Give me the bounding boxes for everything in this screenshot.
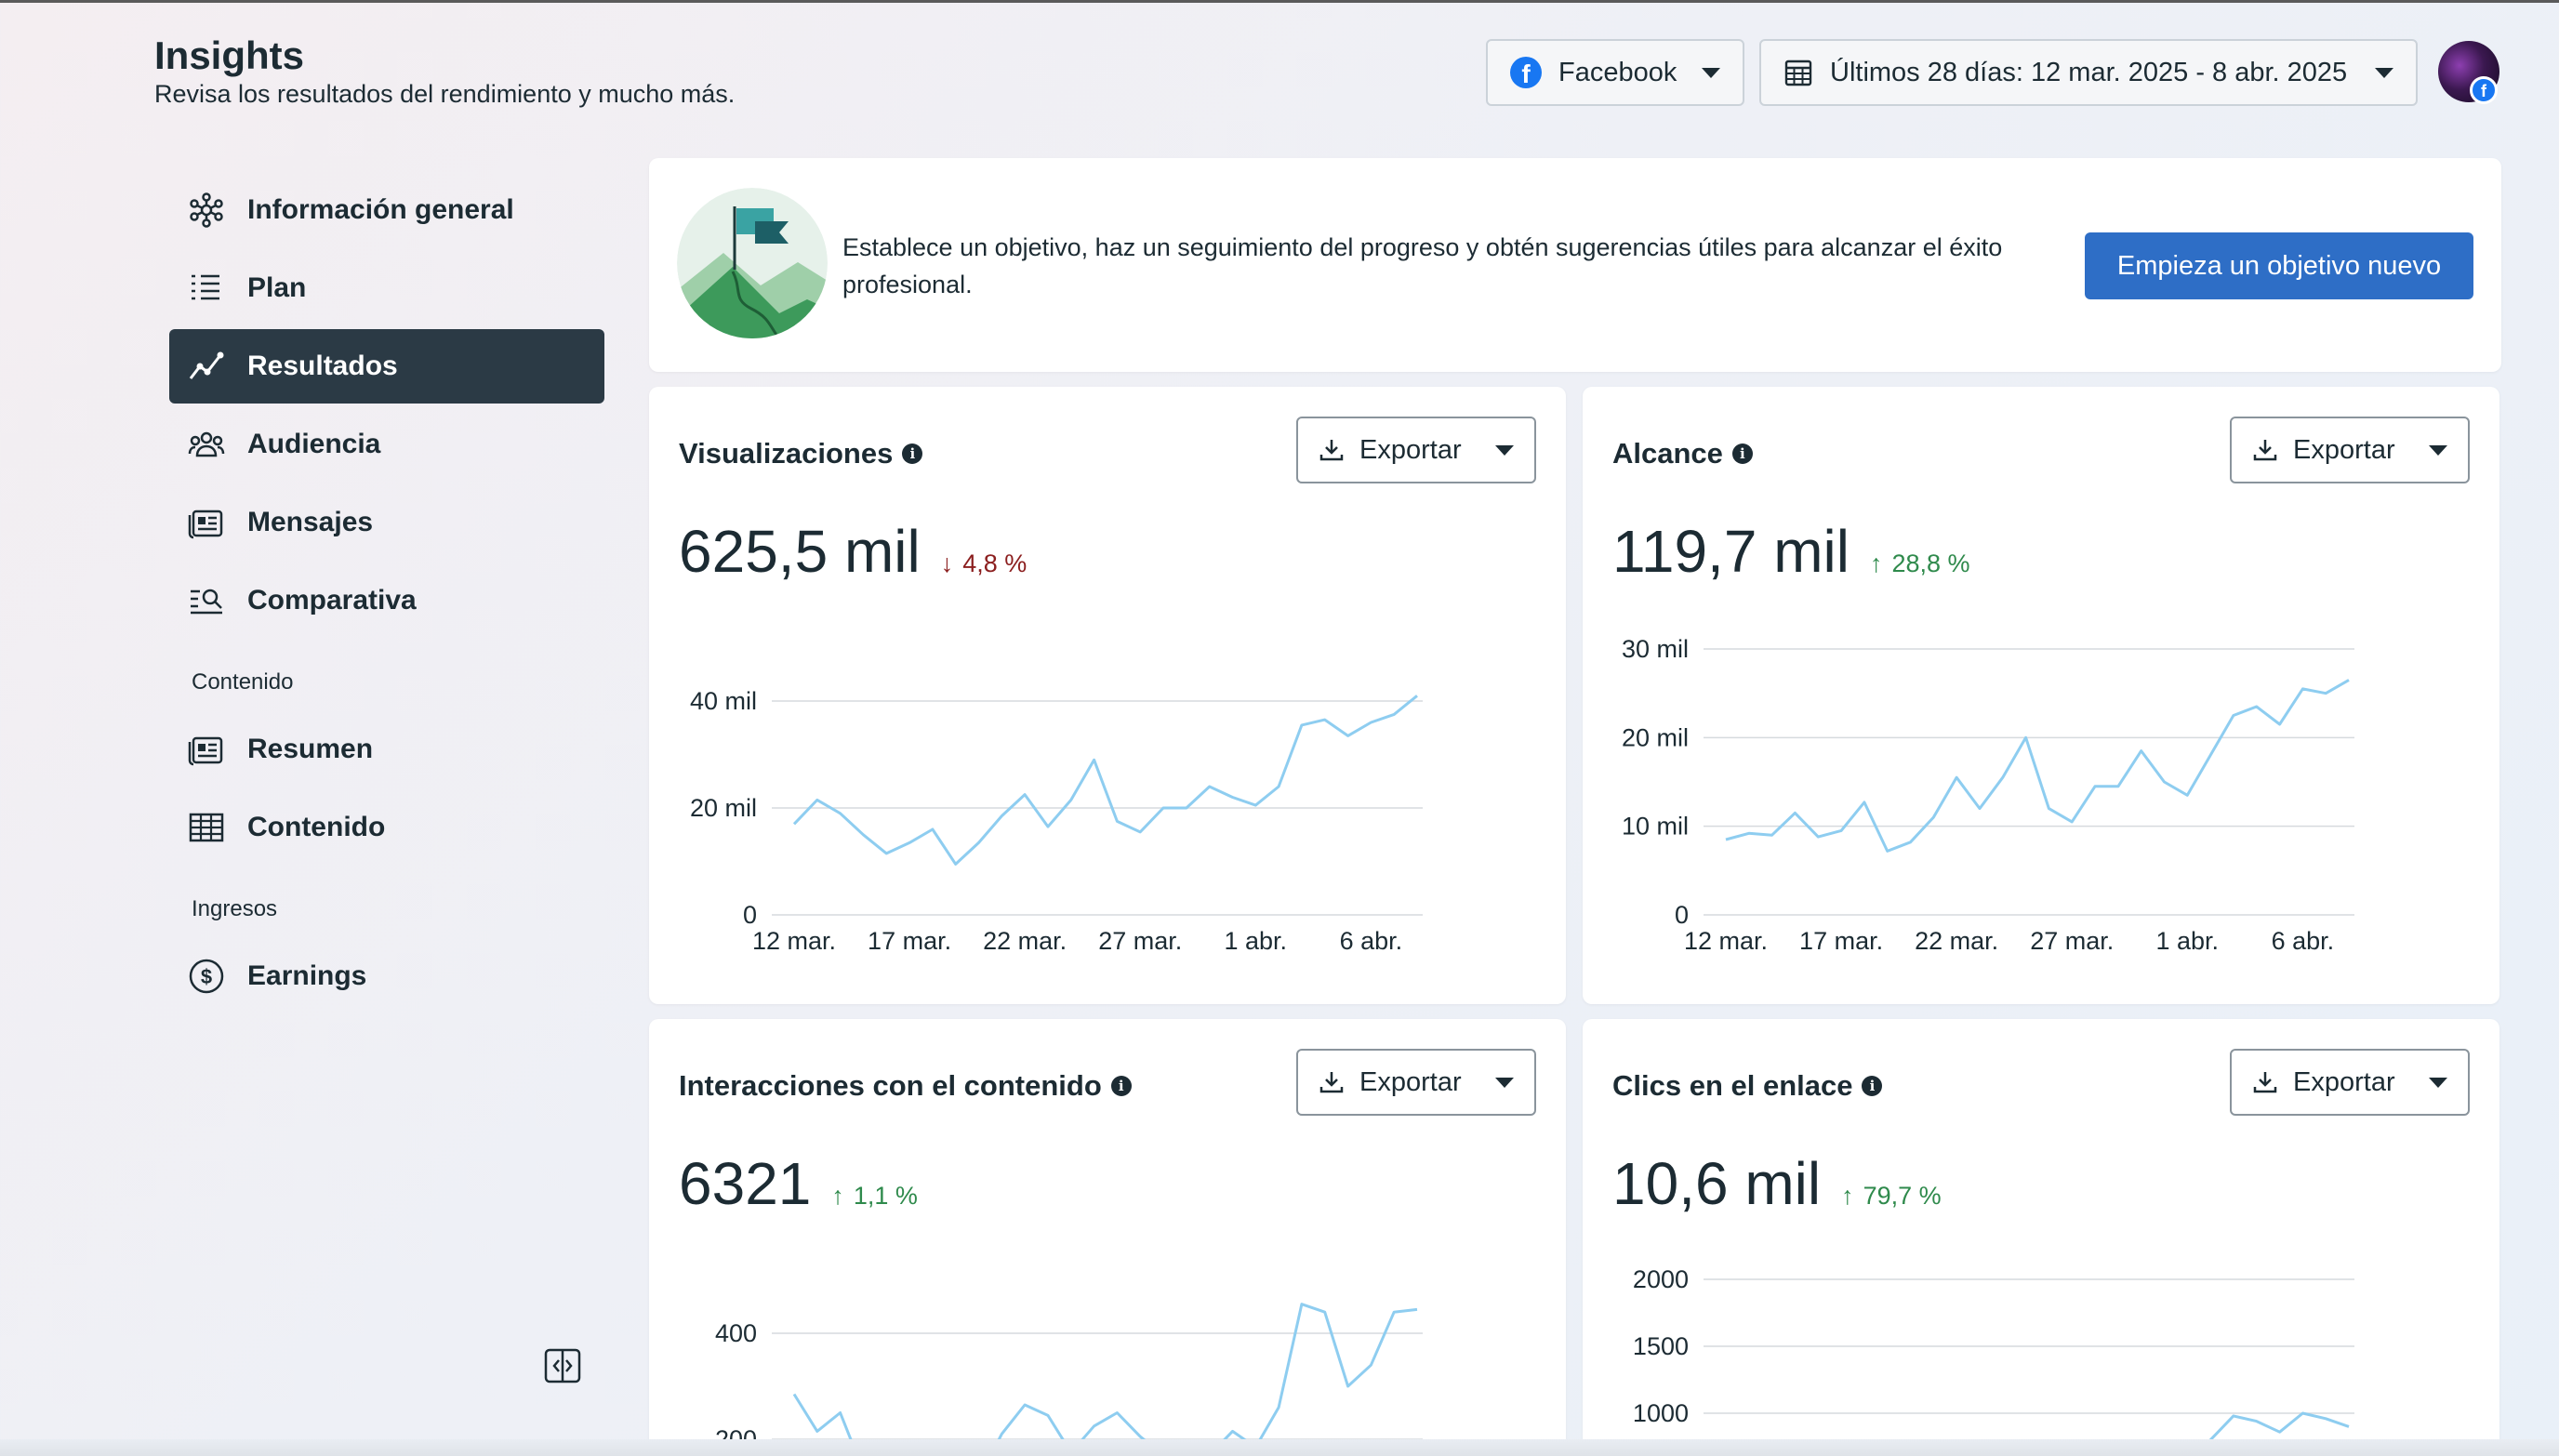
- sidebar-item-overview[interactable]: Información general: [169, 173, 604, 247]
- sidebar-item-messages[interactable]: Mensajes: [169, 485, 604, 560]
- facebook-badge-icon: f: [2470, 76, 2498, 104]
- interactions-chart: 200400: [715, 1303, 1423, 1456]
- y-tick-label: 2000: [1633, 1265, 1689, 1293]
- y-tick-label: 20 mil: [690, 794, 757, 822]
- collapse-sidebar-icon[interactable]: [543, 1346, 582, 1385]
- sidebar-item-results[interactable]: Resultados: [169, 329, 604, 404]
- table-icon: [189, 813, 224, 842]
- sidebar-item-summary[interactable]: Resumen: [169, 712, 604, 787]
- summary-icon: [188, 736, 223, 766]
- y-tick-label: 0: [743, 901, 757, 929]
- sidebar-item-plan[interactable]: Plan: [169, 251, 604, 325]
- sidebar-section-content: Contenido: [192, 669, 294, 695]
- sidebar-item-label: Plan: [247, 272, 307, 303]
- views-card: Visualizaciones i Exportar 625,5 mil ↓ 4,…: [649, 387, 1566, 1004]
- x-tick-label: 22 mar.: [1915, 927, 1998, 955]
- series-line[interactable]: [792, 1303, 1418, 1456]
- sidebar-item-label: Contenido: [247, 812, 386, 842]
- y-tick-label: 400: [715, 1319, 757, 1347]
- y-tick-label: 10 mil: [1622, 813, 1689, 841]
- calendar-icon: [1784, 60, 1812, 86]
- overview-icon: [190, 192, 223, 228]
- messages-icon: [188, 510, 223, 539]
- sidebar-item-earnings[interactable]: $ Earnings: [169, 939, 604, 1013]
- caret-down-icon: [2375, 67, 2393, 78]
- y-tick-label: 30 mil: [1622, 635, 1689, 663]
- reach-chart: 0 10 mil 20 mil 30 mil 12 mar. 17 mar. 22 mar.…: [1622, 635, 2354, 955]
- sidebar-item-label: Audiencia: [247, 429, 381, 459]
- dollar-icon: $: [189, 959, 224, 994]
- y-tick-label: 1000: [1633, 1399, 1689, 1427]
- sidebar-section-income: Ingresos: [192, 896, 278, 921]
- date-range-dropdown[interactable]: Últimos 28 días: 12 mar. 2025 - 8 abr. 2…: [1759, 39, 2418, 106]
- sidebar-item-audience[interactable]: Audiencia: [169, 407, 604, 482]
- facebook-icon: f: [1510, 57, 1542, 88]
- trend-icon: [189, 351, 224, 379]
- date-range-label: Últimos 28 días: 12 mar. 2025 - 8 abr. 2…: [1830, 57, 2348, 87]
- window-bottom-edge: [0, 1439, 2559, 1456]
- x-tick-label: 6 abr.: [1340, 927, 1403, 955]
- caret-down-icon: [1702, 67, 1720, 78]
- start-goal-button[interactable]: Empieza un objetivo nuevo: [2085, 232, 2473, 299]
- page-title: Insights: [154, 33, 305, 77]
- sidebar-item-label: Mensajes: [247, 507, 374, 537]
- x-tick-label: 27 mar.: [1098, 927, 1182, 955]
- window-top-border: [0, 0, 2559, 3]
- sidebar-item-label: Resultados: [247, 351, 398, 381]
- series-line[interactable]: [1725, 679, 2350, 853]
- link-clicks-chart: 1000 1500 2000: [1633, 1265, 2354, 1456]
- y-tick-label: 1500: [1633, 1332, 1689, 1360]
- x-tick-label: 6 abr.: [2272, 927, 2335, 955]
- reach-card: Alcance i Exportar 119,7 mil ↑ 28,8 % 0 10…: [1583, 387, 2499, 1004]
- goal-description: Establece un objetivo, haz un seguimient…: [842, 233, 2003, 298]
- x-tick-label: 12 mar.: [1684, 927, 1768, 955]
- series-line[interactable]: [792, 695, 1418, 866]
- platform-dropdown[interactable]: f Facebook: [1486, 39, 1744, 106]
- x-tick-label: 27 mar.: [2030, 927, 2114, 955]
- people-icon: [188, 431, 225, 457]
- x-tick-label: 17 mar.: [868, 927, 951, 955]
- goal-card: Establece un objetivo, haz un seguimient…: [649, 158, 2501, 372]
- sidebar-item-benchmark[interactable]: Comparativa: [169, 563, 604, 638]
- page-subtitle: Revisa los resultados del rendimiento y …: [154, 80, 736, 108]
- x-tick-label: 12 mar.: [752, 927, 836, 955]
- platform-label: Facebook: [1558, 57, 1677, 87]
- list-icon: [192, 274, 219, 300]
- x-tick-label: 1 abr.: [2156, 927, 2220, 955]
- benchmark-icon: [191, 589, 222, 615]
- link-clicks-card: Clics en el enlace i Exportar 10,6 mil ↑…: [1583, 1019, 2499, 1456]
- y-tick-label: 20 mil: [1622, 723, 1689, 751]
- svg-text:$: $: [201, 965, 212, 988]
- goal-illustration: [677, 188, 828, 338]
- x-tick-label: 17 mar.: [1799, 927, 1883, 955]
- sidebar-item-content[interactable]: Contenido: [169, 790, 604, 865]
- x-tick-label: 1 abr.: [1225, 927, 1288, 955]
- interactions-card: Interacciones con el contenido i Exporta…: [649, 1019, 1566, 1456]
- sidebar-item-label: Resumen: [247, 734, 374, 764]
- views-chart: 0 20 mil 40 mil 12 mar. 17 mar. 22 mar. 27 mar…: [690, 687, 1423, 955]
- y-tick-label: 40 mil: [690, 687, 757, 715]
- sidebar-item-label: Earnings: [247, 960, 367, 991]
- y-tick-label: 0: [1675, 901, 1689, 929]
- sidebar-item-label: Comparativa: [247, 585, 417, 615]
- sidebar-item-label: Información general: [247, 194, 514, 225]
- x-tick-label: 22 mar.: [983, 927, 1067, 955]
